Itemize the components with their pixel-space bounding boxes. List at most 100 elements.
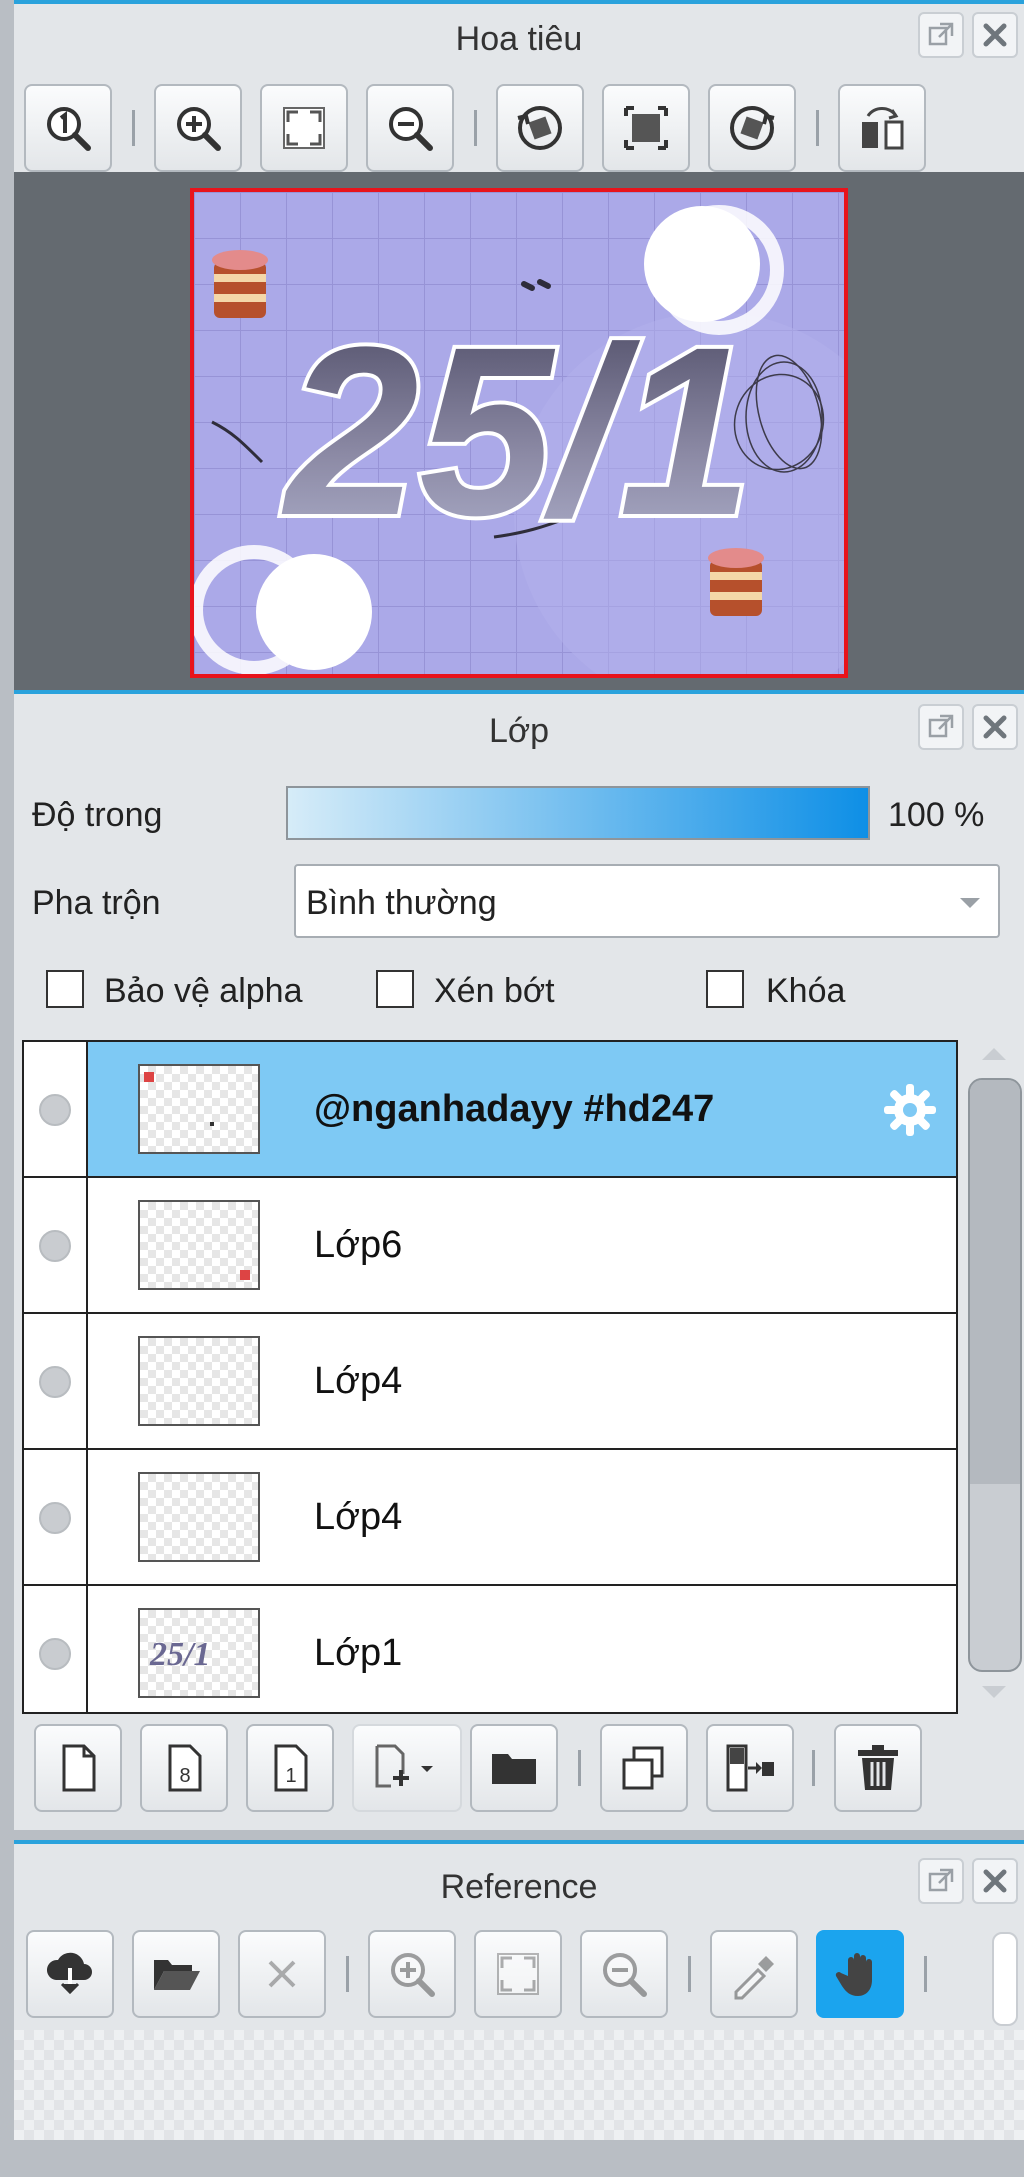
separator bbox=[816, 110, 819, 146]
visibility-toggle[interactable] bbox=[24, 1314, 88, 1448]
reference-zoom-out-button[interactable] bbox=[580, 1930, 668, 2018]
layers-title: Lớp bbox=[488, 712, 550, 750]
delete-layer-button[interactable] bbox=[834, 1724, 922, 1812]
reference-fit-button[interactable] bbox=[474, 1930, 562, 2018]
separator bbox=[812, 1750, 815, 1786]
reset-view-icon bbox=[624, 106, 668, 150]
reference-scrollbar[interactable] bbox=[992, 1932, 1018, 2026]
load-reference-button[interactable] bbox=[26, 1930, 114, 2018]
layer-thumbnail bbox=[138, 1336, 260, 1426]
layer-list-scrollbar[interactable] bbox=[968, 1078, 1022, 1672]
panel-accent-line bbox=[14, 0, 1024, 4]
rotate-right-icon bbox=[730, 106, 775, 150]
hand-tool-button[interactable] bbox=[816, 1930, 904, 2018]
canvas-preview[interactable]: 25/1 bbox=[190, 188, 848, 678]
chevron-down-icon bbox=[960, 898, 980, 908]
cloud-download-icon bbox=[46, 1952, 92, 1995]
zoom-out-button[interactable] bbox=[366, 84, 454, 172]
opacity-value: 100 % bbox=[888, 796, 985, 834]
visibility-icon bbox=[39, 1094, 71, 1126]
add-layer-dropdown-button[interactable] bbox=[352, 1724, 462, 1812]
navigator-title: Hoa tiêu bbox=[455, 20, 583, 58]
layer-name: Lớp6 bbox=[314, 1224, 403, 1266]
new-layer-icon bbox=[62, 1744, 96, 1792]
layer-thumbnail bbox=[138, 1064, 260, 1154]
layers-panel: Lớp Độ trong 100 % Pha trộn Bình thường … bbox=[14, 690, 1024, 1830]
visibility-toggle[interactable] bbox=[24, 1450, 88, 1584]
new-layer-button[interactable] bbox=[34, 1724, 122, 1812]
zoom-in-button[interactable] bbox=[154, 84, 242, 172]
opacity-slider[interactable] bbox=[286, 786, 870, 840]
layer-row[interactable]: 25/1 Lớp1 bbox=[24, 1586, 956, 1712]
rotate-left-button[interactable] bbox=[496, 84, 584, 172]
new-8bit-layer-button[interactable]: 8 bbox=[140, 1724, 228, 1812]
folder-icon bbox=[492, 1754, 536, 1784]
thumbnail-artwork-text: 25/1 bbox=[150, 1636, 211, 1673]
zoom-out-icon bbox=[389, 107, 433, 151]
eyedropper-button[interactable] bbox=[710, 1930, 798, 2018]
scroll-up-arrow[interactable] bbox=[982, 1048, 1006, 1060]
visibility-icon bbox=[39, 1638, 71, 1670]
visibility-icon bbox=[39, 1230, 71, 1262]
visibility-toggle[interactable] bbox=[24, 1586, 88, 1712]
duplicate-layer-button[interactable] bbox=[600, 1724, 688, 1812]
eyedropper-icon bbox=[734, 1956, 774, 2000]
reference-zoom-in-button[interactable] bbox=[368, 1930, 456, 2018]
merge-down-button[interactable] bbox=[706, 1724, 794, 1812]
layer-row[interactable]: Lớp4 bbox=[24, 1450, 956, 1586]
reference-image-area[interactable] bbox=[14, 2030, 1024, 2140]
blend-mode-select[interactable]: Bình thường bbox=[294, 864, 1000, 938]
artwork-thumbnail: 25/1 bbox=[194, 192, 844, 674]
close-icon[interactable] bbox=[972, 12, 1018, 58]
add-layer-icon bbox=[375, 1744, 433, 1788]
new-1bit-layer-button[interactable]: 1 bbox=[246, 1724, 334, 1812]
open-file-button[interactable] bbox=[132, 1930, 220, 2018]
separator bbox=[578, 1750, 581, 1786]
layer-row[interactable]: @nganhadayy #hd247 bbox=[24, 1042, 956, 1178]
lock-label: Khóa bbox=[766, 972, 846, 1010]
clear-reference-button[interactable] bbox=[238, 1930, 326, 2018]
clipping-checkbox[interactable] bbox=[376, 970, 414, 1008]
visibility-icon bbox=[39, 1502, 71, 1534]
layer-name: Lớp1 bbox=[314, 1632, 403, 1674]
svg-text:8: 8 bbox=[179, 1765, 190, 1787]
1bit-layer-icon: 1 bbox=[274, 1744, 308, 1792]
merge-icon bbox=[726, 1744, 774, 1792]
scroll-down-arrow[interactable] bbox=[982, 1686, 1006, 1698]
opacity-label: Độ trong bbox=[32, 796, 163, 834]
layer-thumbnail bbox=[138, 1200, 260, 1290]
separator bbox=[132, 110, 135, 146]
visibility-toggle[interactable] bbox=[24, 1042, 88, 1176]
close-icon[interactable] bbox=[972, 1858, 1018, 1904]
actual-size-button[interactable] bbox=[24, 84, 112, 172]
popout-icon[interactable] bbox=[918, 1858, 964, 1904]
popout-icon[interactable] bbox=[918, 12, 964, 58]
layer-thumbnail bbox=[138, 1472, 260, 1562]
layer-row[interactable]: Lớp4 bbox=[24, 1314, 956, 1450]
new-folder-button[interactable] bbox=[470, 1724, 558, 1812]
separator bbox=[688, 1956, 691, 1992]
lock-checkbox[interactable] bbox=[706, 970, 744, 1008]
folder-open-icon bbox=[154, 1960, 200, 1990]
panel-accent-line bbox=[14, 690, 1024, 694]
clipping-label: Xén bớt bbox=[434, 972, 555, 1010]
reset-rotation-button[interactable] bbox=[602, 84, 690, 172]
navigator-preview-area[interactable]: 25/1 bbox=[14, 172, 1024, 690]
duplicate-icon bbox=[622, 1746, 664, 1790]
reference-title: Reference bbox=[440, 1868, 598, 1906]
flip-horizontal-button[interactable] bbox=[838, 84, 926, 172]
fit-to-window-button[interactable] bbox=[260, 84, 348, 172]
layer-row[interactable]: Lớp6 bbox=[24, 1178, 956, 1314]
close-icon bbox=[268, 1960, 296, 1988]
protect-alpha-checkbox[interactable] bbox=[46, 970, 84, 1008]
visibility-toggle[interactable] bbox=[24, 1178, 88, 1312]
svg-text:25/1: 25/1 bbox=[281, 297, 752, 565]
close-icon[interactable] bbox=[972, 704, 1018, 750]
zoom-100-icon bbox=[47, 107, 91, 151]
rotate-right-button[interactable] bbox=[708, 84, 796, 172]
separator bbox=[924, 1956, 927, 1992]
popout-icon[interactable] bbox=[918, 704, 964, 750]
blend-mode-label: Pha trộn bbox=[32, 884, 161, 922]
gear-icon[interactable] bbox=[880, 1080, 940, 1140]
layer-thumbnail: 25/1 bbox=[138, 1608, 260, 1698]
